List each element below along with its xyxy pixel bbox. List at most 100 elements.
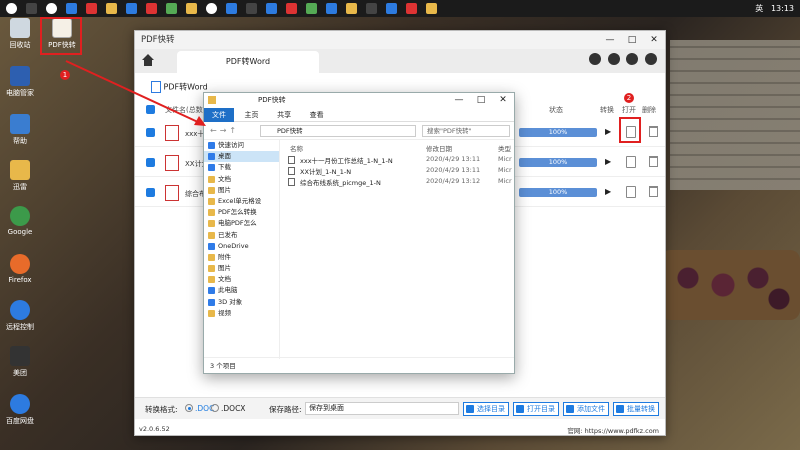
nav-item[interactable]: 此电脑 <box>204 285 279 296</box>
app-icon-15[interactable] <box>406 3 417 14</box>
nav-item-label: 已发布 <box>218 230 238 239</box>
open-file-icon[interactable] <box>626 156 636 168</box>
file-row[interactable]: 综合布线系统_picmge_1-N 2020/4/29 13:12 Micr <box>284 176 514 187</box>
save-path-input[interactable]: 保存到桌面 <box>305 402 459 415</box>
google-icon <box>10 206 30 226</box>
file-row[interactable]: xxx十一月份工作总结_1-N_1-N 2020/4/29 13:11 Micr <box>284 154 514 165</box>
desktop-icon-xunlei[interactable]: 迅雷 <box>0 160 40 192</box>
ribbon-tab-view[interactable]: 查看 <box>302 108 332 122</box>
word-file-icon <box>288 167 295 175</box>
nav-item-label: 文档 <box>218 174 231 183</box>
desktop-icon-meituan[interactable]: 美团 <box>0 346 40 378</box>
row-checkbox[interactable] <box>146 158 155 167</box>
explorer-minimize-button[interactable]: — <box>448 93 470 108</box>
col-date[interactable]: 修改日期 <box>426 143 452 153</box>
convert-play-icon[interactable]: ▶ <box>605 187 611 196</box>
app-icon-7[interactable] <box>246 3 257 14</box>
app-icon-5[interactable] <box>186 3 197 14</box>
cortana-icon[interactable] <box>46 3 57 14</box>
app-icon-14[interactable] <box>386 3 397 14</box>
website-link[interactable]: 官网: https://www.pdfkz.com <box>567 425 659 435</box>
col-type[interactable]: 类型 <box>498 143 511 153</box>
app-icon-2[interactable] <box>86 3 97 14</box>
batch-convert-button[interactable]: 批量转换 <box>613 402 659 416</box>
nav-item[interactable]: 文档 <box>204 174 279 185</box>
app-icon-13[interactable] <box>366 3 377 14</box>
file-row[interactable]: XX计划_1-N_1-N 2020/4/29 13:11 Micr <box>284 165 514 176</box>
app-icon-10[interactable] <box>306 3 317 14</box>
nav-item[interactable]: 文档 <box>204 274 279 285</box>
app-icon-6[interactable] <box>226 3 237 14</box>
app-icon-4[interactable] <box>166 3 177 14</box>
nav-item[interactable]: Excel单元格设 <box>204 196 279 207</box>
gear-icon[interactable] <box>645 53 657 65</box>
nav-item[interactable]: 已发布 <box>204 230 279 241</box>
clock[interactable]: 13:13 <box>771 4 794 13</box>
user-icon[interactable] <box>626 53 639 65</box>
search-icon[interactable] <box>26 3 37 14</box>
nav-item[interactable]: 图片 <box>204 263 279 274</box>
chrome-icon[interactable] <box>206 3 217 14</box>
desktop-icon-google[interactable]: Google <box>0 206 40 236</box>
app-icon-3[interactable] <box>126 3 137 14</box>
open-file-icon[interactable] <box>626 186 636 198</box>
search-input[interactable]: 搜索"PDF快转" <box>422 125 510 137</box>
nav-item[interactable]: PDF怎么转换 <box>204 207 279 218</box>
trash-icon[interactable] <box>649 126 658 137</box>
add-file-button[interactable]: 添加文件 <box>563 402 609 416</box>
app-icon-11[interactable] <box>326 3 337 14</box>
app-icon-12[interactable] <box>346 3 357 14</box>
app-icon-9[interactable] <box>286 3 297 14</box>
nav-item[interactable]: 图片 <box>204 185 279 196</box>
nav-item[interactable]: 3D 对象 <box>204 297 279 308</box>
nav-item[interactable]: 电脑PDF怎么 <box>204 218 279 229</box>
convert-play-icon[interactable]: ▶ <box>605 127 611 136</box>
convert-play-icon[interactable]: ▶ <box>605 157 611 166</box>
chat-icon[interactable] <box>589 53 602 65</box>
app-icon-8[interactable] <box>266 3 277 14</box>
desktop-icon-manager[interactable]: 电脑管家 <box>0 66 40 98</box>
nav-item[interactable]: 快速访问 <box>204 140 279 151</box>
file-name: xxx十一月份工作总结_1-N_1-N <box>300 157 393 165</box>
ribbon-tab-home[interactable]: 主页 <box>237 108 267 122</box>
radio-docx-label[interactable]: .DOCX <box>221 404 245 413</box>
nav-item[interactable]: 附件 <box>204 252 279 263</box>
desktop-icon-remote[interactable]: 远程控制 <box>0 300 40 332</box>
radio-docx[interactable] <box>211 404 219 412</box>
trash-icon[interactable] <box>649 186 658 197</box>
desktop-icon-recycle-bin[interactable]: 回收站 <box>0 18 40 50</box>
nav-item[interactable]: OneDrive <box>204 241 279 252</box>
open-dir-button[interactable]: 打开目录 <box>513 402 559 416</box>
app-icon-1[interactable] <box>66 3 77 14</box>
app-icon-16[interactable] <box>426 3 437 14</box>
address-bar[interactable]: PDF快转 <box>260 125 416 137</box>
ime-indicator[interactable]: 英 <box>755 4 763 13</box>
status-bar: 3 个项目 <box>204 357 514 373</box>
close-button[interactable]: ✕ <box>643 31 665 49</box>
select-dir-button[interactable]: 选择目录 <box>463 402 509 416</box>
col-name[interactable]: 名称 <box>290 143 303 153</box>
explorer-close-button[interactable]: ✕ <box>492 93 514 108</box>
folder-icon[interactable] <box>106 3 117 14</box>
nav-item[interactable]: 视频 <box>204 308 279 319</box>
desktop-icon-firefox[interactable]: Firefox <box>0 254 40 284</box>
desktop-icon-baidu[interactable]: 百度网盘 <box>0 394 40 426</box>
ribbon-tabs: 文件 主页 共享 查看 <box>204 108 514 122</box>
location-icon <box>208 142 215 149</box>
radio-doc[interactable] <box>185 404 193 412</box>
nav-item-label: 3D 对象 <box>218 297 243 306</box>
nav-item[interactable]: 下载 <box>204 162 279 173</box>
minimize-button[interactable]: — <box>599 31 621 49</box>
ribbon-tab-share[interactable]: 共享 <box>269 108 299 122</box>
explorer-maximize-button[interactable]: □ <box>470 93 492 108</box>
trash-icon[interactable] <box>649 156 658 167</box>
pdf-app-icon[interactable] <box>146 3 157 14</box>
highlight-box-2 <box>619 117 641 143</box>
maximize-button[interactable]: □ <box>621 31 643 49</box>
desktop-icon-help[interactable]: 帮助 <box>0 114 40 146</box>
annotation-arrow <box>65 60 206 126</box>
row-checkbox[interactable] <box>146 188 155 197</box>
start-icon[interactable] <box>6 3 17 14</box>
nav-item[interactable]: 桌面 <box>204 151 279 163</box>
headset-icon[interactable] <box>607 53 620 65</box>
